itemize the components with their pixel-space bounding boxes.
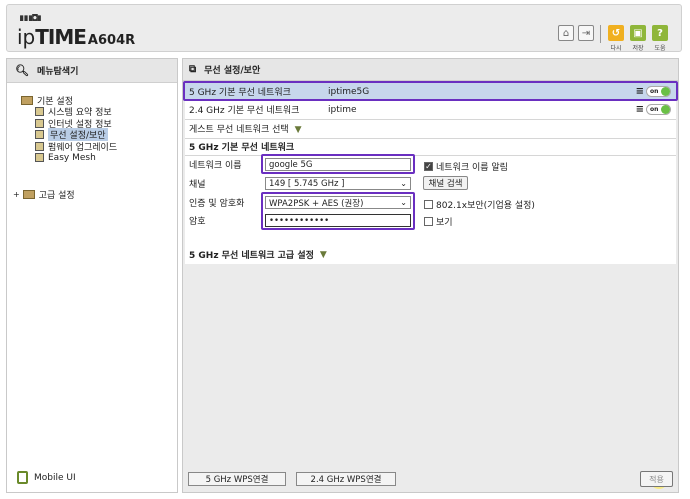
show-password-label: 보기 bbox=[436, 218, 453, 228]
folder-icon bbox=[22, 190, 35, 199]
logo-main: TIME bbox=[35, 25, 87, 49]
guest-network-select[interactable]: 게스트 무선 네트워크 선택 ▼ bbox=[185, 120, 676, 137]
network-row-24g[interactable]: 2.4 GHz 기본 무선 네트워크 iptime ≡ on bbox=[185, 101, 676, 118]
signal-filter-icon: ≡ bbox=[635, 104, 644, 115]
hide-name-label: 네트워크 이름 알림 bbox=[436, 163, 508, 173]
logo-prefix: ip bbox=[17, 25, 36, 49]
save-label: 저장 bbox=[632, 45, 644, 52]
window-icon: ⧉ bbox=[189, 64, 197, 75]
main-panel: ⧉ 무선 설정/보안 5 GHz 기본 무선 네트워크 iptime5G ≡ o… bbox=[182, 58, 679, 493]
tree-advanced-settings[interactable]: + 고급 설정 bbox=[13, 188, 75, 201]
save-button[interactable]: ▣ 저장 bbox=[629, 25, 647, 52]
channel-scan-button[interactable]: 채널 검색 bbox=[423, 176, 468, 190]
folder-icon bbox=[21, 95, 33, 105]
network-band-label: 2.4 GHz 기본 무선 네트워크 bbox=[189, 106, 300, 116]
advanced-settings-toggle[interactable]: 5 GHz 무선 네트워크 고급 설정 ▼ bbox=[185, 245, 676, 264]
page-icon bbox=[35, 153, 44, 163]
header-divider bbox=[600, 25, 601, 43]
guest-network-text: 게스트 무선 네트워크 선택 bbox=[189, 125, 289, 135]
chevron-down-icon: ⌄ bbox=[400, 179, 407, 188]
save-icon: ▣ bbox=[630, 25, 646, 41]
wps-5g-button[interactable]: 5 GHz WPS연결 bbox=[188, 472, 286, 486]
dot1x-label: 802.1x보안(기업용 설정) bbox=[436, 201, 535, 211]
mobile-ui-link[interactable]: Mobile UI bbox=[17, 471, 76, 484]
logout-icon[interactable]: ⇥ bbox=[578, 25, 594, 41]
channel-value: 149 [ 5.745 GHz ] bbox=[269, 178, 345, 189]
apply-button[interactable]: 적용 bbox=[640, 471, 673, 487]
password-label: 암호 bbox=[189, 217, 206, 227]
header-bar: ∎∎∎◘∎ ipTIME A604R ⌂ ⇥ ↺ 다시 ▣ 저장 ? 도움 bbox=[6, 4, 682, 52]
page-icon bbox=[35, 107, 44, 117]
mobile-ui-label: Mobile UI bbox=[34, 472, 76, 483]
advanced-settings-label: 5 GHz 무선 네트워크 고급 설정 bbox=[189, 251, 314, 261]
menu-tree: 기본 설정 시스템 요약 정보 인터넷 설정 정보 무선 설정/보안 펌웨어 업… bbox=[21, 94, 117, 164]
tree-advanced-label: 고급 설정 bbox=[38, 191, 75, 201]
network-toggle-24g[interactable]: on bbox=[646, 104, 671, 115]
expand-triangle-icon: ▼ bbox=[319, 249, 327, 260]
help-icon: ? bbox=[652, 25, 668, 41]
channel-select[interactable]: 149 [ 5.745 GHz ] ⌄ bbox=[265, 177, 411, 190]
auth-label: 인증 및 암호화 bbox=[189, 199, 245, 209]
expand-icon: + bbox=[13, 190, 20, 199]
page-title-label: 무선 설정/보안 bbox=[204, 66, 261, 76]
reload-button[interactable]: ↺ 다시 bbox=[607, 25, 625, 52]
expand-triangle-icon: ▼ bbox=[294, 125, 302, 135]
page-title: ⧉ 무선 설정/보안 bbox=[183, 59, 678, 81]
wireless-settings-form: 5 GHz 기본 무선 네트워크 iptime5G ≡ on 2.4 GHz 기… bbox=[183, 81, 678, 258]
sidebar-item-easymesh[interactable]: Easy Mesh bbox=[35, 152, 117, 164]
header-icons: ⌂ ⇥ ↺ 다시 ▣ 저장 ? 도움 bbox=[558, 25, 669, 52]
help-button[interactable]: ? 도움 bbox=[651, 25, 669, 52]
reload-icon: ↺ bbox=[608, 25, 624, 41]
logo-dots: ∎∎∎◘∎ bbox=[19, 14, 42, 24]
page-icon bbox=[35, 118, 44, 128]
guest-network-label: 게스트 무선 네트워크 선택 ▼ bbox=[189, 122, 302, 135]
toggle-state: on bbox=[650, 106, 659, 113]
help-label: 도움 bbox=[654, 45, 666, 52]
logo: ipTIME A604R bbox=[17, 26, 135, 52]
checkbox-icon bbox=[424, 200, 433, 209]
network-ssid: iptime bbox=[328, 104, 357, 115]
toggle-knob bbox=[661, 105, 670, 114]
page-icon bbox=[35, 141, 44, 151]
section-title: 5 GHz 기본 무선 네트워크 bbox=[185, 138, 676, 155]
menu-explorer-title: 🔍︎ 메뉴탐색기 bbox=[7, 59, 177, 83]
dot1x-checkbox[interactable]: 802.1x보안(기업용 설정) bbox=[424, 198, 535, 211]
sidebar-item-label: Easy Mesh bbox=[48, 152, 96, 163]
checkbox-checked-icon: ✓ bbox=[424, 161, 433, 171]
highlight-auth-password bbox=[261, 192, 415, 230]
search-icon: 🔍︎ bbox=[15, 64, 29, 77]
menu-explorer-label: 메뉴탐색기 bbox=[36, 67, 79, 77]
sidebar-item-firmware[interactable]: 펌웨어 업그레이드 bbox=[35, 141, 117, 153]
checkbox-icon bbox=[424, 217, 433, 226]
wps-24g-button[interactable]: 2.4 GHz WPS연결 bbox=[296, 472, 396, 486]
tree-basic-settings[interactable]: 기본 설정 bbox=[21, 94, 117, 107]
menu-explorer: 🔍︎ 메뉴탐색기 기본 설정 시스템 요약 정보 인터넷 설정 정보 무선 설정… bbox=[6, 58, 178, 493]
home-icon[interactable]: ⌂ bbox=[558, 25, 574, 41]
logo-model: A604R bbox=[87, 33, 136, 48]
sidebar-item-label: 펌웨어 업그레이드 bbox=[48, 142, 118, 153]
section-title-label: 5 GHz 기본 무선 네트워크 bbox=[189, 143, 295, 153]
channel-label: 채널 bbox=[189, 180, 206, 190]
page-icon bbox=[35, 130, 44, 140]
network-name-label: 네트워크 이름 bbox=[189, 161, 242, 171]
mobile-icon bbox=[17, 471, 28, 484]
highlight-network-5g bbox=[183, 81, 678, 101]
highlight-network-name bbox=[261, 154, 415, 174]
reload-label: 다시 bbox=[610, 45, 622, 52]
show-password-checkbox[interactable]: 보기 bbox=[424, 215, 453, 228]
hide-name-checkbox[interactable]: ✓ 네트워크 이름 알림 bbox=[424, 160, 508, 173]
